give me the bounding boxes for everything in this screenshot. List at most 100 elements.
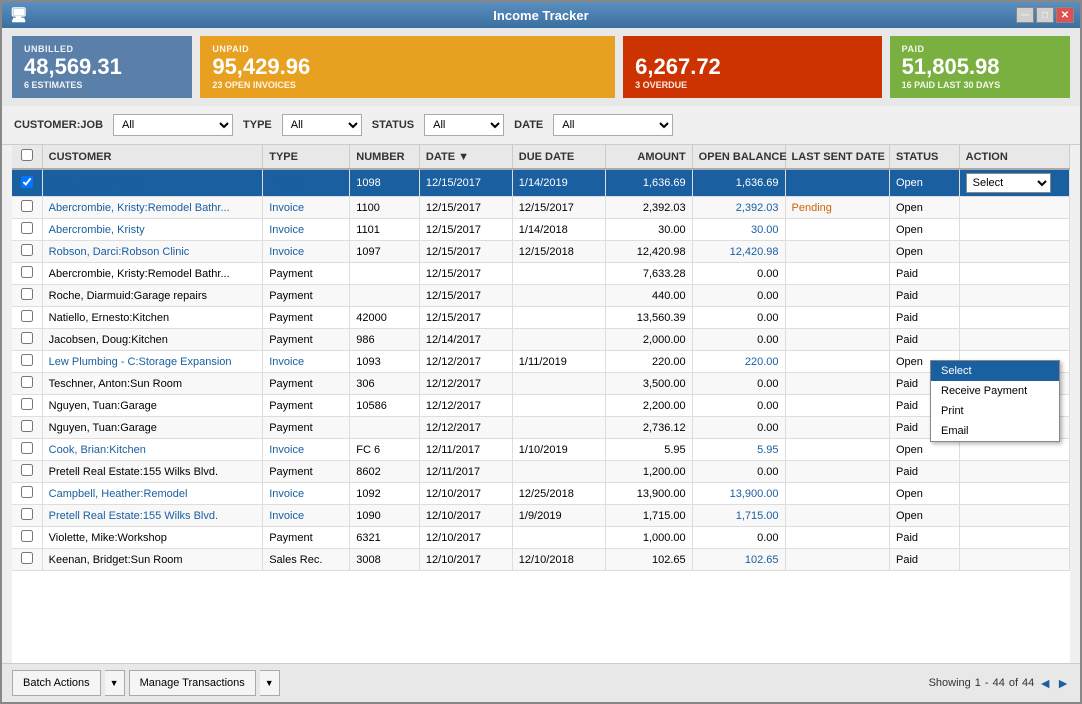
header-type[interactable]: TYPE xyxy=(263,145,350,169)
row-customer[interactable]: Cook, Brian:Kitchen xyxy=(42,169,263,197)
dropdown-select[interactable]: Select xyxy=(931,361,1059,381)
row-checkbox[interactable] xyxy=(21,420,33,432)
row-customer[interactable]: Abercrombie, Kristy:Remodel Bathr... xyxy=(42,263,263,285)
date-select[interactable]: All xyxy=(553,114,673,136)
manage-transactions-arrow[interactable]: ▼ xyxy=(260,670,280,696)
row-customer[interactable]: Nguyen, Tuan:Garage xyxy=(42,395,263,417)
row-customer[interactable]: Violette, Mike:Workshop xyxy=(42,527,263,549)
header-date[interactable]: DATE ▼ xyxy=(419,145,512,169)
status-select[interactable]: All xyxy=(424,114,504,136)
row-customer[interactable]: Teschner, Anton:Sun Room xyxy=(42,373,263,395)
row-checkbox[interactable] xyxy=(21,508,33,520)
dropdown-email[interactable]: Email xyxy=(931,421,1059,441)
header-status[interactable]: STATUS xyxy=(890,145,960,169)
next-page-arrow[interactable]: ► xyxy=(1056,675,1070,691)
row-checkbox[interactable] xyxy=(21,244,33,256)
row-checkbox-cell[interactable] xyxy=(12,285,42,307)
paid-amount: 51,805.98 xyxy=(902,54,1058,80)
type-select[interactable]: All xyxy=(282,114,362,136)
row-checkbox-cell[interactable] xyxy=(12,483,42,505)
row-checkbox[interactable] xyxy=(21,332,33,344)
action-dropdown[interactable]: Select Receive Payment Print Email xyxy=(930,360,1060,442)
row-action[interactable] xyxy=(959,263,1069,285)
row-checkbox-cell[interactable] xyxy=(12,351,42,373)
action-select[interactable]: SelectReceive PaymentPrintEmail xyxy=(966,173,1051,193)
row-action[interactable] xyxy=(959,329,1069,351)
row-checkbox-cell[interactable] xyxy=(12,373,42,395)
row-customer[interactable]: Cook, Brian:Kitchen xyxy=(42,439,263,461)
row-customer[interactable]: Abercrombie, Kristy:Remodel Bathr... xyxy=(42,197,263,219)
row-due-date: 1/11/2019 xyxy=(512,351,605,373)
manage-transactions-button[interactable]: Manage Transactions xyxy=(129,670,256,696)
select-all-checkbox[interactable] xyxy=(21,149,33,161)
row-checkbox[interactable] xyxy=(21,310,33,322)
row-action[interactable] xyxy=(959,505,1069,527)
header-open-balance[interactable]: OPEN BALANCE xyxy=(692,145,785,169)
row-action[interactable] xyxy=(959,285,1069,307)
row-checkbox-cell[interactable] xyxy=(12,461,42,483)
row-customer[interactable]: Keenan, Bridget:Sun Room xyxy=(42,549,263,571)
row-checkbox-cell[interactable] xyxy=(12,307,42,329)
row-checkbox-cell[interactable] xyxy=(12,219,42,241)
row-due-date xyxy=(512,417,605,439)
header-last-sent-date[interactable]: LAST SENT DATE xyxy=(785,145,889,169)
row-customer[interactable]: Robson, Darci:Robson Clinic xyxy=(42,241,263,263)
header-customer[interactable]: CUSTOMER xyxy=(42,145,263,169)
row-action[interactable] xyxy=(959,197,1069,219)
row-checkbox-cell[interactable] xyxy=(12,527,42,549)
row-customer[interactable]: Abercrombie, Kristy xyxy=(42,219,263,241)
row-checkbox[interactable] xyxy=(21,288,33,300)
row-action[interactable] xyxy=(959,483,1069,505)
row-checkbox-cell[interactable] xyxy=(12,197,42,219)
row-checkbox[interactable] xyxy=(21,398,33,410)
row-customer[interactable]: Natiello, Ernesto:Kitchen xyxy=(42,307,263,329)
row-customer[interactable]: Nguyen, Tuan:Garage xyxy=(42,417,263,439)
row-checkbox[interactable] xyxy=(21,442,33,454)
row-checkbox[interactable] xyxy=(21,530,33,542)
row-checkbox[interactable] xyxy=(21,176,33,188)
row-checkbox[interactable] xyxy=(21,552,33,564)
row-action[interactable] xyxy=(959,549,1069,571)
row-customer[interactable]: Campbell, Heather:Remodel xyxy=(42,483,263,505)
row-checkbox[interactable] xyxy=(21,222,33,234)
prev-page-arrow[interactable]: ◄ xyxy=(1038,675,1052,691)
row-customer[interactable]: Pretell Real Estate:155 Wilks Blvd. xyxy=(42,505,263,527)
row-checkbox[interactable] xyxy=(21,376,33,388)
dropdown-receive-payment[interactable]: Receive Payment xyxy=(931,381,1059,401)
row-checkbox-cell[interactable] xyxy=(12,263,42,285)
row-customer[interactable]: Jacobsen, Doug:Kitchen xyxy=(42,329,263,351)
row-customer[interactable]: Pretell Real Estate:155 Wilks Blvd. xyxy=(42,461,263,483)
restore-button[interactable]: □ xyxy=(1036,7,1054,23)
row-checkbox-cell[interactable] xyxy=(12,417,42,439)
customer-job-select[interactable]: All xyxy=(113,114,233,136)
batch-actions-button[interactable]: Batch Actions xyxy=(12,670,101,696)
header-due-date[interactable]: DUE DATE xyxy=(512,145,605,169)
row-customer[interactable]: Roche, Diarmuid:Garage repairs xyxy=(42,285,263,307)
row-checkbox-cell[interactable] xyxy=(12,241,42,263)
close-button[interactable]: ✕ xyxy=(1056,7,1074,23)
row-checkbox-cell[interactable] xyxy=(12,395,42,417)
row-action[interactable] xyxy=(959,527,1069,549)
row-checkbox-cell[interactable] xyxy=(12,439,42,461)
row-action[interactable]: SelectReceive PaymentPrintEmail xyxy=(959,169,1069,197)
row-checkbox-cell[interactable] xyxy=(12,549,42,571)
row-action[interactable] xyxy=(959,461,1069,483)
header-amount[interactable]: AMOUNT xyxy=(605,145,692,169)
dropdown-print[interactable]: Print xyxy=(931,401,1059,421)
batch-actions-arrow[interactable]: ▼ xyxy=(105,670,125,696)
minimize-button[interactable]: ─ xyxy=(1016,7,1034,23)
row-checkbox[interactable] xyxy=(21,354,33,366)
row-checkbox[interactable] xyxy=(21,486,33,498)
row-checkbox-cell[interactable] xyxy=(12,329,42,351)
row-action[interactable] xyxy=(959,219,1069,241)
row-checkbox-cell[interactable] xyxy=(12,169,42,197)
row-checkbox[interactable] xyxy=(21,200,33,212)
row-action[interactable] xyxy=(959,241,1069,263)
header-number[interactable]: NUMBER xyxy=(350,145,420,169)
row-checkbox-cell[interactable] xyxy=(12,505,42,527)
row-action[interactable] xyxy=(959,307,1069,329)
row-checkbox[interactable] xyxy=(21,266,33,278)
header-checkbox-col[interactable] xyxy=(12,145,42,169)
row-checkbox[interactable] xyxy=(21,464,33,476)
row-customer[interactable]: Lew Plumbing - C:Storage Expansion xyxy=(42,351,263,373)
